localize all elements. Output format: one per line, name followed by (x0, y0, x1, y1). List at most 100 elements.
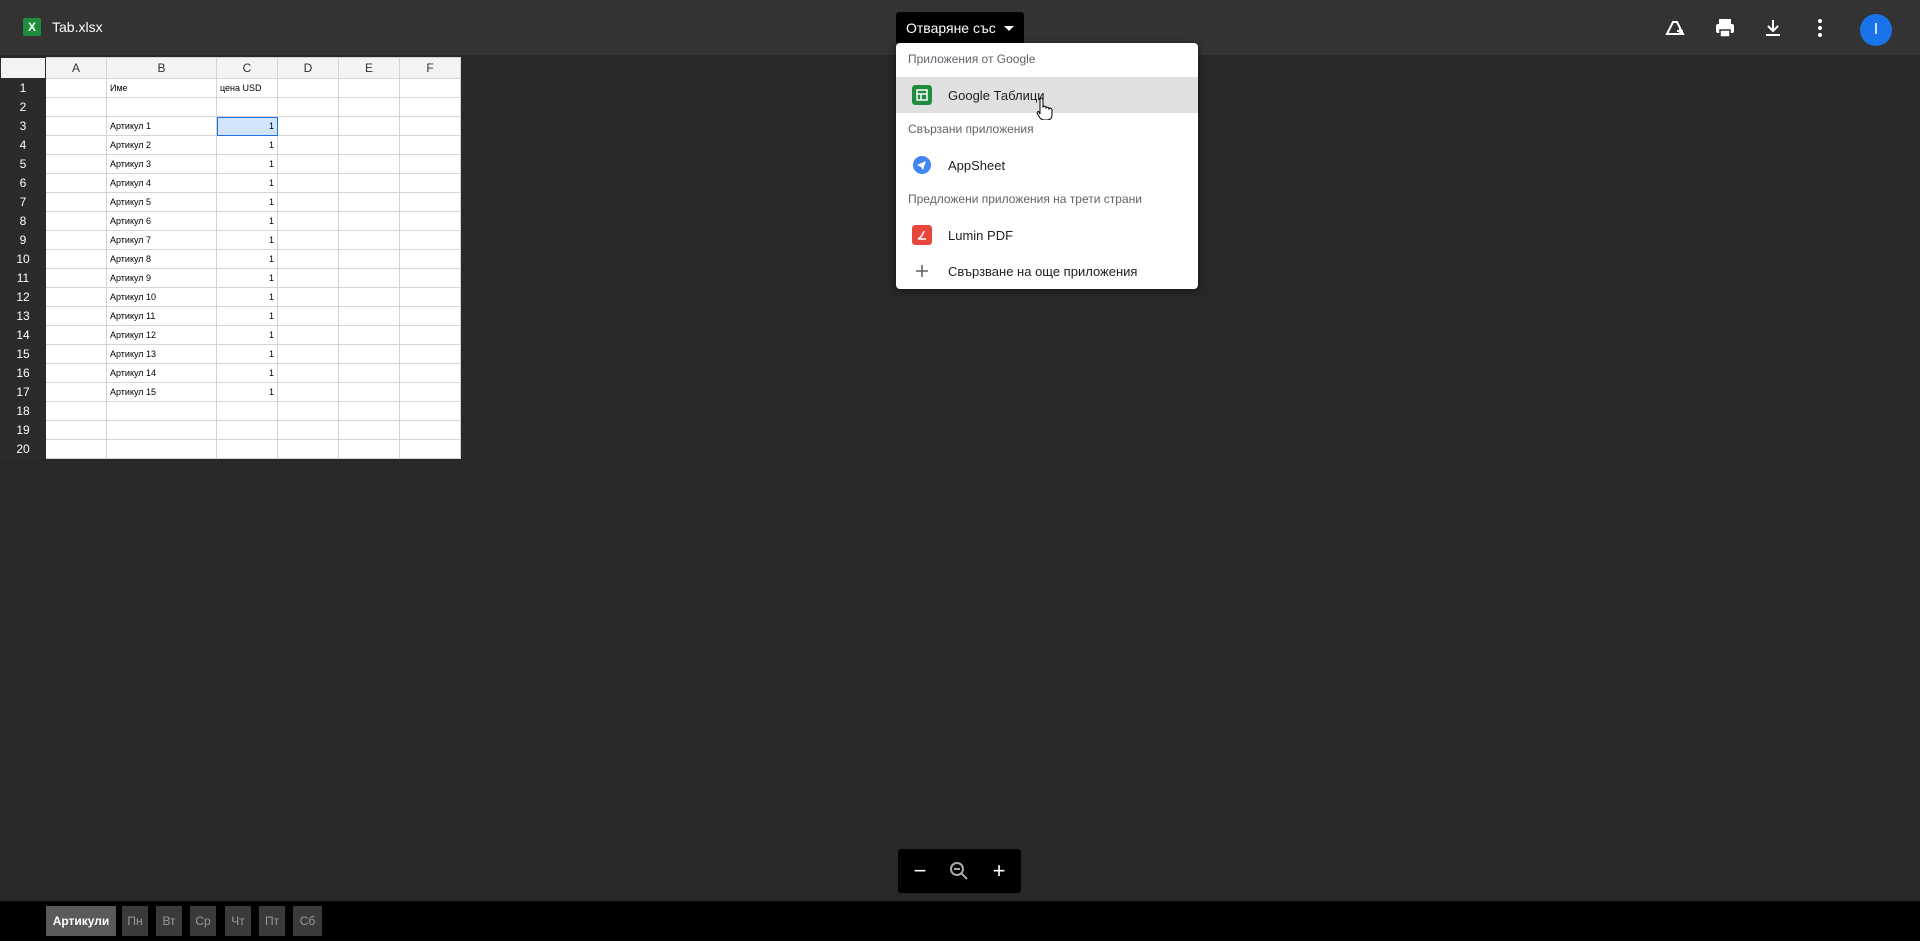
cell-d[interactable] (277, 382, 339, 402)
cell-a[interactable] (45, 306, 107, 326)
cell-d[interactable] (277, 230, 339, 250)
cell-a[interactable] (45, 154, 107, 174)
column-header[interactable]: B (106, 57, 217, 79)
cell-b[interactable]: Артикул 15 (106, 382, 217, 402)
cell-b[interactable]: Артикул 14 (106, 363, 217, 383)
row-header[interactable]: 7 (0, 192, 46, 212)
cell-c[interactable]: 1 (216, 249, 278, 269)
row-header[interactable]: 16 (0, 363, 46, 383)
cell-e[interactable] (338, 211, 400, 231)
cell-f[interactable] (399, 78, 461, 98)
row-header[interactable]: 18 (0, 401, 46, 421)
cell-b[interactable]: Артикул 12 (106, 325, 217, 345)
cell-c[interactable]: 1 (216, 173, 278, 193)
zoom-in-icon[interactable]: + (987, 859, 1011, 883)
cell-d[interactable] (277, 420, 339, 440)
cell-a[interactable] (45, 230, 107, 250)
sheet-tab[interactable]: Ср (190, 906, 216, 936)
cell-d[interactable] (277, 78, 339, 98)
cell-e[interactable] (338, 154, 400, 174)
cell-f[interactable] (399, 135, 461, 155)
cell-b[interactable] (106, 420, 217, 440)
cell-d[interactable] (277, 268, 339, 288)
row-header[interactable]: 10 (0, 249, 46, 269)
cell-c[interactable] (216, 97, 278, 117)
cell-b[interactable] (106, 97, 217, 117)
cell-e[interactable] (338, 344, 400, 364)
cell-f[interactable] (399, 154, 461, 174)
cell-a[interactable] (45, 439, 107, 459)
row-header[interactable]: 19 (0, 420, 46, 440)
print-icon[interactable] (1713, 16, 1737, 40)
cell-f[interactable] (399, 420, 461, 440)
cell-f[interactable] (399, 230, 461, 250)
cell-a[interactable] (45, 173, 107, 193)
cell-e[interactable] (338, 268, 400, 288)
cell-d[interactable] (277, 287, 339, 307)
sheet-tab[interactable]: Чт (225, 906, 251, 936)
row-header[interactable]: 12 (0, 287, 46, 307)
cell-d[interactable] (277, 439, 339, 459)
cell-c[interactable]: 1 (216, 116, 278, 136)
cell-a[interactable] (45, 401, 107, 421)
cell-e[interactable] (338, 97, 400, 117)
row-header[interactable]: 11 (0, 268, 46, 288)
cell-f[interactable] (399, 97, 461, 117)
cell-b[interactable]: Артикул 3 (106, 154, 217, 174)
cell-e[interactable] (338, 116, 400, 136)
cell-a[interactable] (45, 325, 107, 345)
cell-d[interactable] (277, 363, 339, 383)
cell-c[interactable]: 1 (216, 192, 278, 212)
cell-a[interactable] (45, 249, 107, 269)
cell-f[interactable] (399, 249, 461, 269)
cell-b[interactable]: Артикул 8 (106, 249, 217, 269)
menu-item-connect-more[interactable]: Свързване на още приложения (896, 253, 1198, 289)
column-header[interactable]: F (399, 57, 461, 79)
cell-e[interactable] (338, 382, 400, 402)
row-header[interactable]: 6 (0, 173, 46, 193)
avatar[interactable]: I (1860, 14, 1892, 46)
cell-d[interactable] (277, 192, 339, 212)
cell-a[interactable] (45, 211, 107, 231)
cell-c[interactable]: 1 (216, 325, 278, 345)
cell-b[interactable]: Артикул 10 (106, 287, 217, 307)
cell-b[interactable] (106, 439, 217, 459)
cell-a[interactable] (45, 287, 107, 307)
cell-c[interactable]: 1 (216, 230, 278, 250)
cell-d[interactable] (277, 97, 339, 117)
menu-item-appsheet[interactable]: AppSheet (896, 147, 1198, 183)
cell-e[interactable] (338, 230, 400, 250)
row-header[interactable]: 2 (0, 97, 46, 117)
cell-a[interactable] (45, 192, 107, 212)
cell-b[interactable]: Артикул 13 (106, 344, 217, 364)
cell-a[interactable] (45, 268, 107, 288)
cell-d[interactable] (277, 116, 339, 136)
cell-c[interactable]: 1 (216, 268, 278, 288)
cell-f[interactable] (399, 287, 461, 307)
row-header[interactable]: 5 (0, 154, 46, 174)
column-header[interactable]: E (338, 57, 400, 79)
cell-b[interactable]: Артикул 1 (106, 116, 217, 136)
cell-d[interactable] (277, 154, 339, 174)
cell-f[interactable] (399, 211, 461, 231)
cell-b[interactable]: Име (106, 78, 217, 98)
cell-f[interactable] (399, 382, 461, 402)
cell-c[interactable]: 1 (216, 154, 278, 174)
column-header[interactable]: A (45, 57, 107, 79)
cell-b[interactable]: Артикул 9 (106, 268, 217, 288)
sheet-tab[interactable]: Пт (259, 906, 285, 936)
cell-c[interactable]: 1 (216, 306, 278, 326)
cell-c[interactable]: 1 (216, 344, 278, 364)
cell-b[interactable] (106, 401, 217, 421)
zoom-reset-icon[interactable] (948, 860, 970, 882)
cell-f[interactable] (399, 116, 461, 136)
cell-d[interactable] (277, 249, 339, 269)
cell-f[interactable] (399, 268, 461, 288)
cell-a[interactable] (45, 116, 107, 136)
row-header[interactable]: 20 (0, 439, 46, 459)
cell-e[interactable] (338, 78, 400, 98)
cell-e[interactable] (338, 135, 400, 155)
cell-c[interactable] (216, 439, 278, 459)
cell-c[interactable]: 1 (216, 211, 278, 231)
menu-item-lumin-pdf[interactable]: Lumin PDF (896, 217, 1198, 253)
